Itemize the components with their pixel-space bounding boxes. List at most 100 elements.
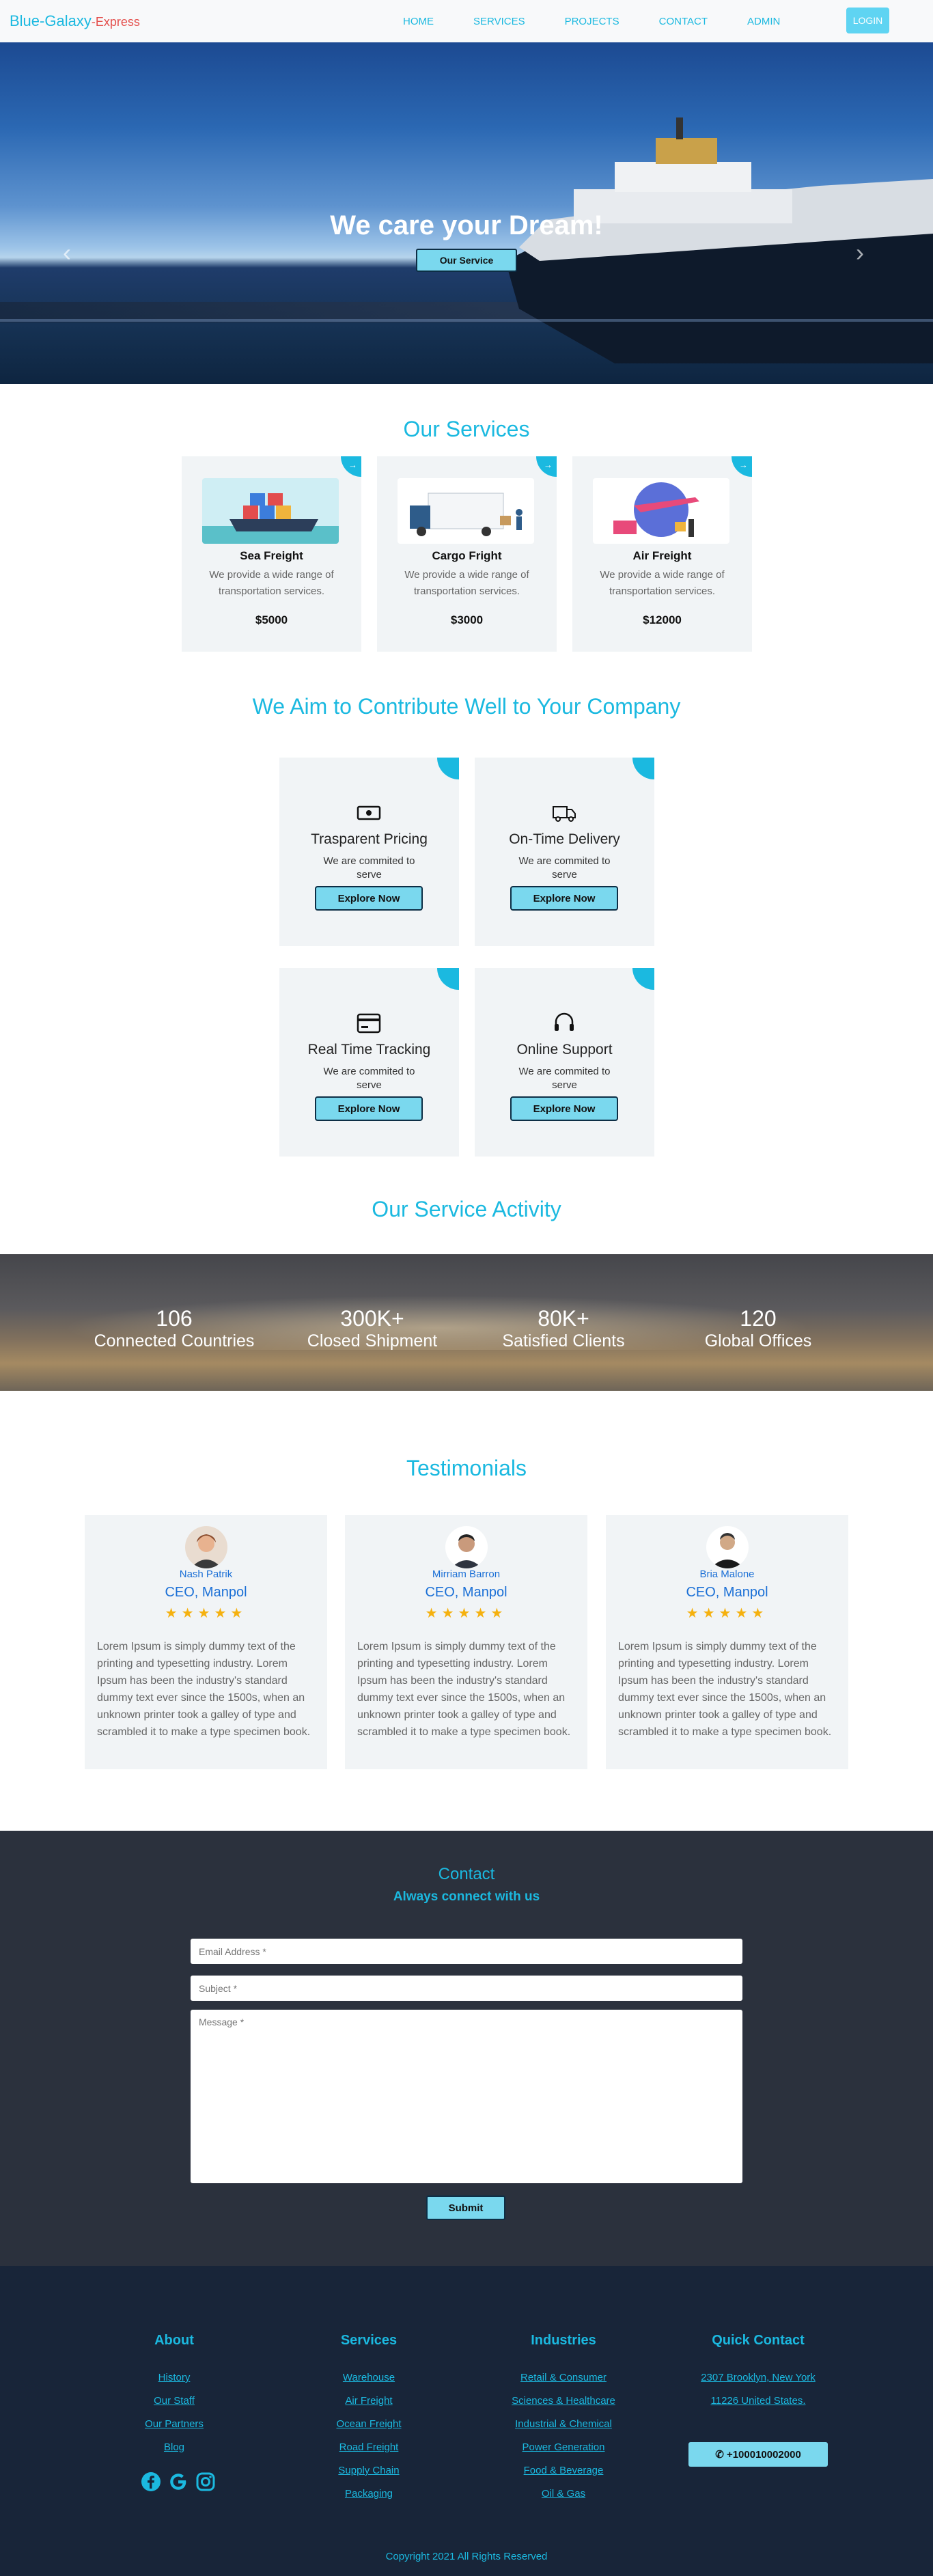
- google-icon[interactable]: [167, 2471, 189, 2493]
- feature-description: We are commited to serve: [323, 1066, 415, 1091]
- message-field[interactable]: [191, 2010, 742, 2183]
- stat-number: 106: [156, 1306, 193, 1331]
- testimonial-text: Lorem Ipsum is simply dummy text of the …: [357, 1641, 571, 1738]
- contact-section: Contact Always connect with us Submit: [0, 1831, 933, 2266]
- stat-label: Global Offices: [704, 1331, 812, 1351]
- features-heading: We Aim to Contribute Well to Your Compan…: [252, 694, 681, 719]
- feature-description: We are commited to serve: [518, 1066, 611, 1091]
- feature-title: Online Support: [516, 1042, 613, 1057]
- nav-link-contact[interactable]: CONTACT: [659, 16, 708, 27]
- explore-now-button[interactable]: Explore Now: [315, 886, 423, 911]
- service-price: $5000: [255, 613, 288, 626]
- sea-freight-illustration: [202, 478, 339, 544]
- feature-title: On-Time Delivery: [509, 831, 620, 847]
- stat-label: Closed Shipment: [307, 1331, 438, 1351]
- footer-link-our-staff[interactable]: Our Staff: [106, 2390, 242, 2413]
- stat-closed-shipment: 300K+ Closed Shipment: [287, 1306, 458, 1351]
- testimonial-name: Bria Malone: [699, 1568, 755, 1580]
- testimonial-text: Lorem Ipsum is simply dummy text of the …: [618, 1641, 832, 1738]
- nav-link-services[interactable]: SERVICES: [473, 16, 525, 27]
- explore-now-button[interactable]: Explore Now: [510, 1096, 618, 1121]
- footer-link-oil-gas[interactable]: Oil & Gas: [495, 2482, 632, 2506]
- arrow-right-icon[interactable]: →: [536, 456, 557, 477]
- hero-carousel: ‹ › We care your Dream! Our Service: [0, 42, 933, 384]
- footer-link-road-freight[interactable]: Road Freight: [301, 2436, 437, 2459]
- service-description: We provide a wide range of transportatio…: [600, 569, 725, 597]
- social-links: [140, 2471, 217, 2493]
- carousel-next-icon[interactable]: ›: [856, 240, 864, 265]
- arrow-right-icon[interactable]: →: [732, 456, 752, 477]
- feature-title: Trasparent Pricing: [311, 831, 428, 847]
- testimonial-card: Mirriam Barron CEO, Manpol ★★★★★ Lorem I…: [345, 1515, 587, 1769]
- star-rating-icon: ★★★★★: [165, 1606, 247, 1621]
- login-button[interactable]: LOGIN: [846, 8, 889, 33]
- footer-services-column: Services Warehouse Air Freight Ocean Fre…: [301, 2333, 437, 2506]
- footer-link-industrial[interactable]: Industrial & Chemical: [495, 2413, 632, 2436]
- footer-link-blog[interactable]: Blog: [106, 2436, 242, 2459]
- service-title: Cargo Fright: [432, 549, 502, 562]
- contact-title: Contact: [438, 1865, 495, 1883]
- facebook-icon[interactable]: [140, 2471, 162, 2493]
- avatar: [185, 1526, 227, 1568]
- footer-heading: Services: [340, 2333, 398, 2348]
- footer-link-warehouse[interactable]: Warehouse: [301, 2366, 437, 2390]
- carousel-prev-icon[interactable]: ‹: [63, 240, 71, 265]
- footer-link-history[interactable]: History: [106, 2366, 242, 2390]
- explore-now-button[interactable]: Explore Now: [510, 886, 618, 911]
- headset-icon: [555, 1012, 574, 1031]
- footer-address-line-1[interactable]: 2307 Brooklyn, New York: [690, 2366, 826, 2390]
- service-title: Sea Freight: [240, 549, 303, 562]
- nav-link-projects[interactable]: PROJECTS: [565, 16, 619, 27]
- footer-link-ocean-freight[interactable]: Ocean Freight: [301, 2413, 437, 2436]
- brand-suffix: -Express: [91, 15, 140, 29]
- instagram-icon[interactable]: [195, 2471, 217, 2493]
- footer-heading: About: [154, 2333, 194, 2348]
- footer-link-packaging[interactable]: Packaging: [301, 2482, 437, 2506]
- testimonials-heading: Testimonials: [406, 1456, 527, 1480]
- feature-description: We are commited to serve: [323, 855, 415, 881]
- service-price: $12000: [643, 613, 682, 626]
- feature-card-delivery: On-Time Delivery We are commited to serv…: [475, 758, 654, 946]
- footer-link-food[interactable]: Food & Beverage: [495, 2459, 632, 2482]
- feature-card-tracking: Real Time Tracking We are commited to se…: [279, 968, 459, 1157]
- email-field[interactable]: [191, 1939, 742, 1964]
- contact-subtitle: Always connect with us: [393, 1889, 540, 1904]
- footer-link-air-freight[interactable]: Air Freight: [301, 2390, 437, 2413]
- stat-number: 80K+: [538, 1306, 589, 1331]
- money-icon: [357, 805, 381, 820]
- footer-link-power[interactable]: Power Generation: [495, 2436, 632, 2459]
- air-freight-illustration: [593, 478, 729, 544]
- testimonial-card: Bria Malone CEO, Manpol ★★★★★ Lorem Ipsu…: [606, 1515, 848, 1769]
- service-card-sea-freight[interactable]: → Sea Freight We provide a wide range of…: [182, 456, 361, 652]
- brand-logo[interactable]: Blue-Galaxy-Express: [10, 12, 140, 30]
- footer-link-our-partners[interactable]: Our Partners: [106, 2413, 242, 2436]
- submit-button[interactable]: Submit: [426, 2196, 505, 2220]
- footer-link-retail[interactable]: Retail & Consumer: [495, 2366, 632, 2390]
- service-card-air-freight[interactable]: → Air Freight We provide a wide range of…: [572, 456, 752, 652]
- footer-address-line-2[interactable]: 11226 United States.: [690, 2390, 826, 2413]
- phone-button[interactable]: ✆ +100010002000: [688, 2442, 828, 2467]
- feature-description: We are commited to serve: [518, 855, 611, 881]
- nav-link-admin[interactable]: ADMIN: [747, 16, 780, 27]
- feature-card-pricing: Trasparent Pricing We are commited to se…: [279, 758, 459, 946]
- subject-field[interactable]: [191, 1976, 742, 2001]
- corner-decoration: [632, 758, 654, 779]
- explore-now-button[interactable]: Explore Now: [315, 1096, 423, 1121]
- service-card-cargo-fright[interactable]: → Cargo Fright We provide a wide range o…: [377, 456, 557, 652]
- stats-banner: 106 Connected Countries 300K+ Closed Shi…: [0, 1254, 933, 1391]
- services-heading: Our Services: [403, 417, 530, 441]
- avatar: [706, 1526, 749, 1568]
- arrow-right-icon[interactable]: →: [341, 456, 361, 477]
- footer-industries-column: Industries Retail & Consumer Sciences & …: [495, 2333, 632, 2506]
- footer-link-supply-chain[interactable]: Supply Chain: [301, 2459, 437, 2482]
- footer: About History Our Staff Our Partners Blo…: [0, 2266, 933, 2576]
- cargo-truck-illustration: [398, 478, 534, 544]
- corner-decoration: [632, 968, 654, 990]
- our-service-button[interactable]: Our Service: [416, 249, 517, 272]
- stat-global-offices: 120 Global Offices: [673, 1306, 844, 1351]
- footer-link-sciences[interactable]: Sciences & Healthcare: [495, 2390, 632, 2413]
- feature-title: Real Time Tracking: [307, 1042, 431, 1057]
- testimonial-name: Mirriam Barron: [432, 1568, 501, 1580]
- footer-heading: Quick Contact: [712, 2333, 805, 2348]
- nav-link-home[interactable]: HOME: [403, 16, 434, 27]
